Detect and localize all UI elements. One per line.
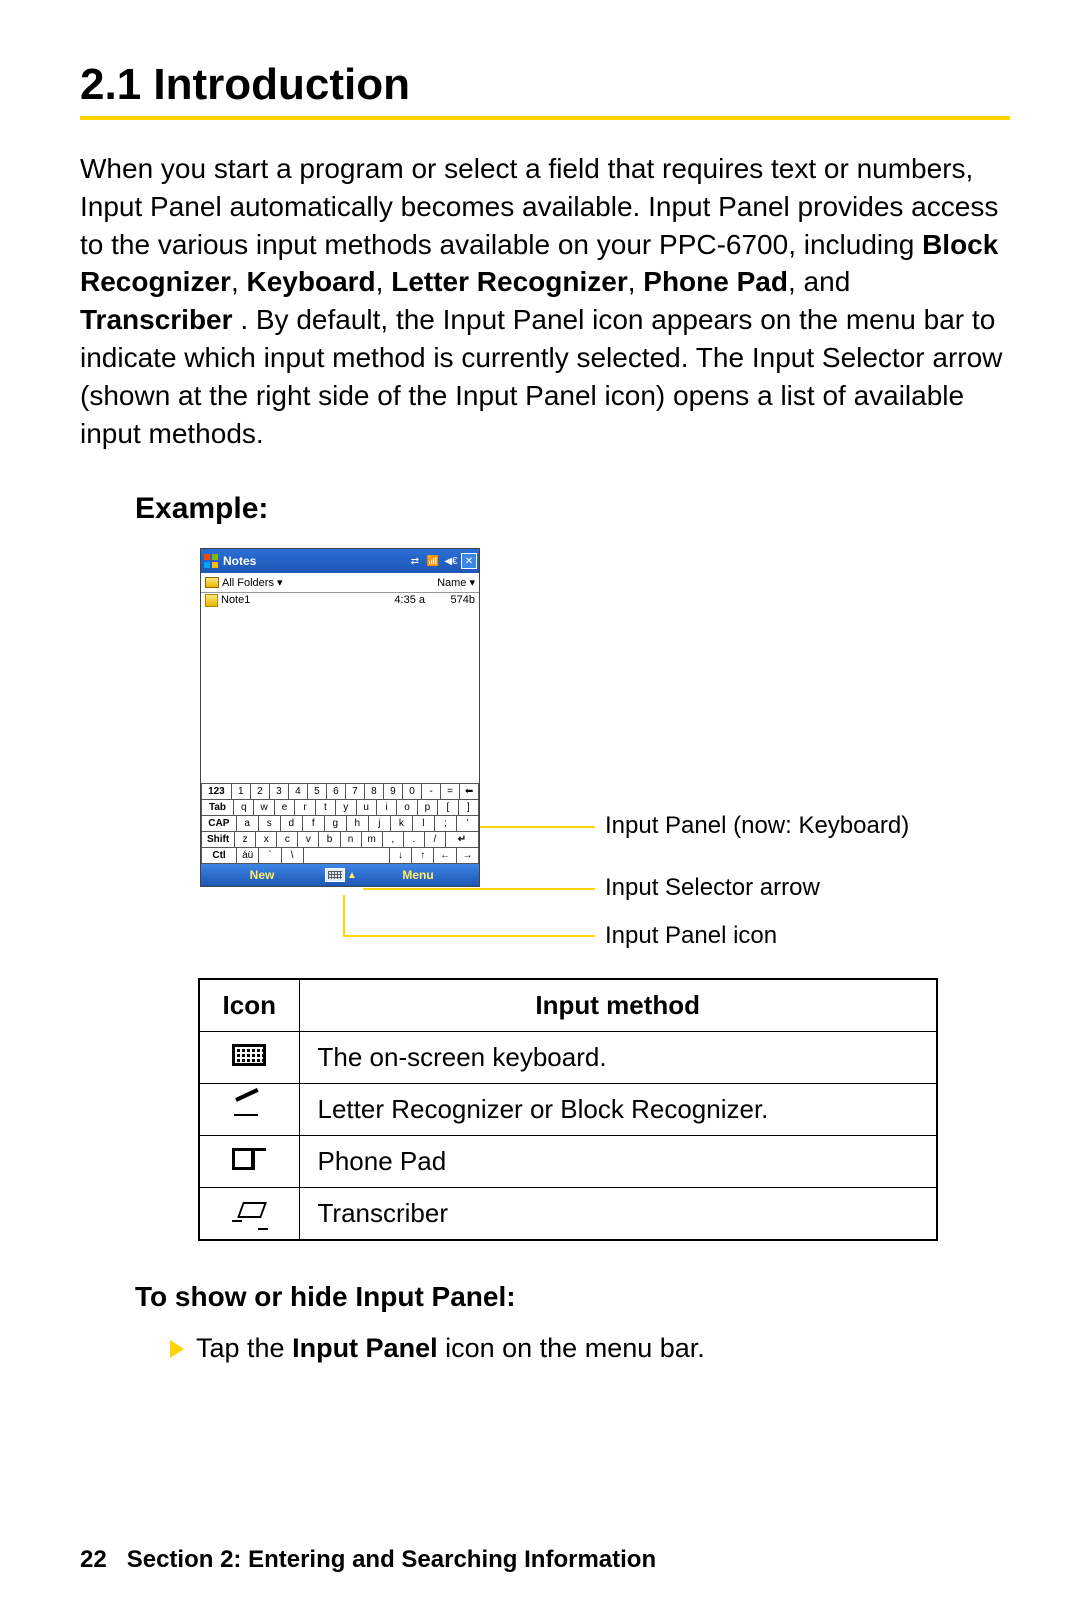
annotation-line xyxy=(480,826,595,828)
notes-list: Note1 4:35 a 574b xyxy=(201,593,479,783)
bold-keyboard: Keyboard xyxy=(247,266,376,297)
folders-dropdown: All Folders ▾ xyxy=(222,576,283,589)
input-method-table: Icon Input method The on-screen keyboard… xyxy=(198,978,938,1241)
example-figure: Notes ⇄ 📶 ◀€ ✕ All Folders ▾ Name ▾ Note… xyxy=(200,548,1010,958)
instruction-step: Tap the Input Panel icon on the menu bar… xyxy=(170,1333,1010,1364)
annotation-keyboard: Input Panel (now: Keyboard) xyxy=(605,812,909,840)
heading-underline xyxy=(80,116,1010,120)
app-title: Notes xyxy=(223,554,407,568)
table-row: Phone Pad xyxy=(199,1136,937,1188)
step-text-post: icon on the menu bar. xyxy=(438,1333,705,1363)
start-flag-icon xyxy=(203,553,219,569)
page-number: 22 xyxy=(80,1546,107,1573)
kbd-row-5: Ctláü`\↓↑←→ xyxy=(201,848,479,864)
kbd-row-3: CAPasdfghjkl;' xyxy=(201,816,479,832)
sort-dropdown: Name ▾ xyxy=(437,576,475,589)
bullet-triangle-icon xyxy=(170,1340,184,1358)
device-toolbar: All Folders ▾ Name ▾ xyxy=(201,573,479,593)
table-header-icon: Icon xyxy=(199,979,299,1032)
subheading: To show or hide Input Panel: xyxy=(135,1281,1010,1313)
device-screenshot: Notes ⇄ 📶 ◀€ ✕ All Folders ▾ Name ▾ Note… xyxy=(200,548,480,887)
kbd-row-2: Tabqwertyuiop[] xyxy=(201,800,479,816)
device-titlebar: Notes ⇄ 📶 ◀€ ✕ xyxy=(201,549,479,573)
note-icon xyxy=(205,594,218,607)
kbd-row-4: Shiftzxcvbnm,./↵ xyxy=(201,832,479,848)
page-footer: 22 Section 2: Entering and Searching Inf… xyxy=(80,1546,656,1574)
method-desc: Letter Recognizer or Block Recognizer. xyxy=(299,1084,937,1136)
menu-menu: Menu xyxy=(357,868,479,882)
section-label: Section 2: Entering and Searching Inform… xyxy=(127,1546,656,1573)
intro-paragraph: When you start a program or select a fie… xyxy=(80,150,1010,452)
annotation-selector-arrow: Input Selector arrow xyxy=(605,874,820,902)
bold-transcriber: Transcriber xyxy=(80,304,233,335)
input-selector-arrow-icon: ▲ xyxy=(347,868,357,882)
table-row: Letter Recognizer or Block Recognizer. xyxy=(199,1084,937,1136)
annotation-line xyxy=(343,935,595,937)
close-icon: ✕ xyxy=(461,553,477,569)
kbd-row-1: 1231234567890-=⬅ xyxy=(201,784,479,800)
annotation-panel-icon: Input Panel icon xyxy=(605,922,777,950)
method-desc: The on-screen keyboard. xyxy=(299,1032,937,1084)
note-time: 4:35 a xyxy=(365,594,425,607)
step-text-pre: Tap the xyxy=(196,1333,292,1363)
menu-new: New xyxy=(201,868,323,882)
intro-text-1: When you start a program or select a fie… xyxy=(80,153,998,260)
table-header-method: Input method xyxy=(299,979,937,1032)
keyboard-icon xyxy=(232,1044,266,1066)
onscreen-keyboard: 1231234567890-=⬅ Tabqwertyuiop[] CAPasdf… xyxy=(201,783,479,864)
bold-letter-recognizer: Letter Recognizer xyxy=(391,266,628,297)
phone-pad-icon xyxy=(232,1148,266,1170)
transcriber-icon xyxy=(232,1202,266,1222)
section-heading: 2.1 Introduction xyxy=(80,60,1010,110)
note-size: 574b xyxy=(425,594,475,607)
example-label: Example: xyxy=(135,492,1010,526)
input-panel-icon xyxy=(325,868,345,882)
signal-icon: 📶 xyxy=(425,553,441,569)
annotation-line xyxy=(363,888,595,890)
pen-icon xyxy=(234,1096,264,1118)
table-row: Transcriber xyxy=(199,1188,937,1241)
volume-icon: ◀€ xyxy=(443,553,459,569)
device-menubar: New ▲ Menu xyxy=(201,864,479,886)
table-row: The on-screen keyboard. xyxy=(199,1032,937,1084)
note-name: Note1 xyxy=(221,594,365,607)
bold-phone-pad: Phone Pad xyxy=(643,266,788,297)
sync-icon: ⇄ xyxy=(407,553,423,569)
method-desc: Transcriber xyxy=(299,1188,937,1241)
method-desc: Phone Pad xyxy=(299,1136,937,1188)
annotation-line xyxy=(343,895,345,935)
step-text-bold: Input Panel xyxy=(292,1333,438,1363)
folder-icon xyxy=(205,577,219,588)
list-item: Note1 4:35 a 574b xyxy=(201,593,479,608)
